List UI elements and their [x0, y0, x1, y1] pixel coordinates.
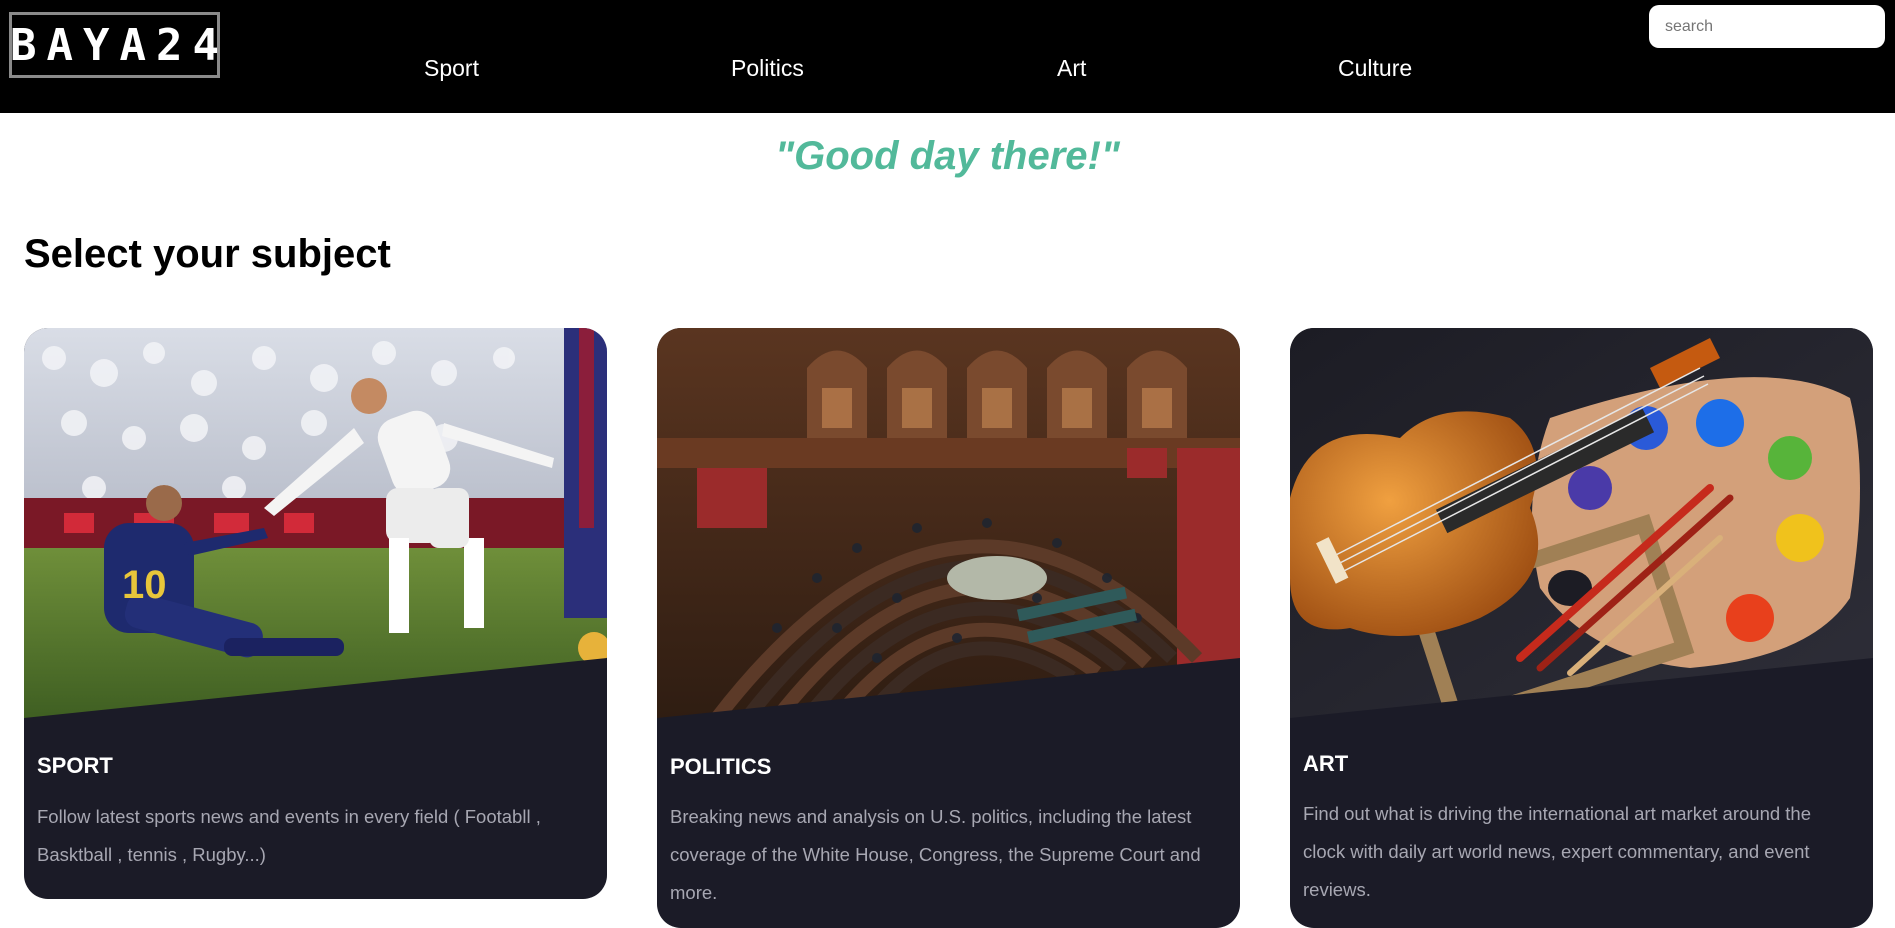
card-title: POLITICS — [670, 754, 772, 779]
nav-link-culture[interactable]: Culture — [1338, 55, 1412, 82]
card-description: Find out what is driving the internation… — [1303, 803, 1812, 900]
svg-text:10: 10 — [122, 563, 167, 607]
parliament-chamber-photo — [657, 328, 1240, 718]
subject-card-politics[interactable]: POLITICS Breaking news and analysis on U… — [657, 328, 1240, 928]
football-players-photo: 10 — [24, 328, 607, 718]
logo-text: BAYA24 — [10, 19, 229, 71]
subject-card-sport[interactable]: 10 SPORT Follow latest sports news and e… — [24, 328, 607, 899]
site-logo[interactable]: BAYA24 — [9, 12, 220, 78]
violin-and-palette-photo — [1290, 328, 1873, 718]
nav-link-politics[interactable]: Politics — [731, 55, 804, 82]
nav-link-sport[interactable]: Sport — [424, 55, 479, 82]
section-title: Select your subject — [24, 232, 391, 276]
card-title: ART — [1303, 751, 1349, 776]
top-navbar: BAYA24 Sport Politics Art Culture — [0, 0, 1895, 113]
subject-card-art[interactable]: ART Find out what is driving the interna… — [1290, 328, 1873, 928]
nav-link-art[interactable]: Art — [1057, 55, 1086, 82]
card-description: Breaking news and analysis on U.S. polit… — [670, 806, 1201, 903]
greeting-text: "Good day there!" — [775, 134, 1120, 178]
card-description: Follow latest sports news and events in … — [37, 806, 541, 865]
search-input[interactable] — [1649, 5, 1885, 48]
card-title: SPORT — [37, 753, 113, 778]
